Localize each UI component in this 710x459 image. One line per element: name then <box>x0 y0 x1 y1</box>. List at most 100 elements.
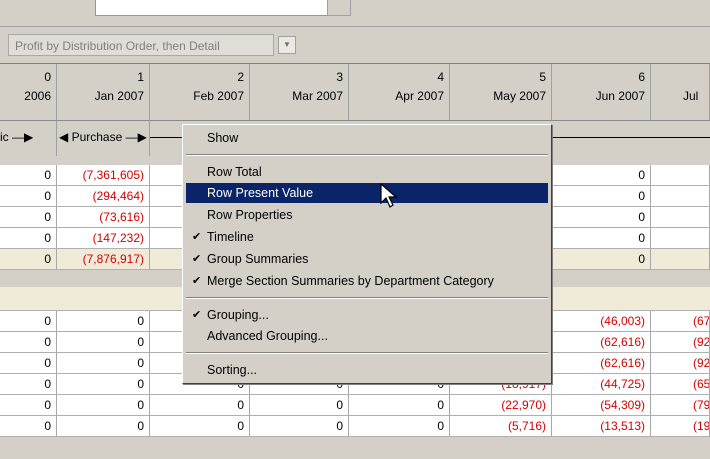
column-header[interactable]: Jul <box>651 64 710 120</box>
table-cell[interactable]: 0 <box>0 165 57 186</box>
column-period-date: Jul <box>683 89 699 103</box>
sort-combo[interactable]: Profit by Distribution Order, then Detai… <box>8 34 274 56</box>
column-header[interactable]: 5 May 2007 <box>450 64 552 120</box>
table-cell[interactable] <box>651 165 710 186</box>
menu-separator <box>186 154 548 156</box>
column-period-date: Feb 2007 <box>193 89 244 103</box>
menu-item-group-summaries[interactable]: ✔ Group Summaries <box>186 249 548 269</box>
table-cell[interactable]: (22,970) <box>450 395 552 416</box>
table-cell[interactable] <box>651 228 710 249</box>
menu-item-label: Row Total <box>207 165 262 179</box>
table-cell[interactable]: 0 <box>552 186 651 207</box>
table-cell[interactable]: 0 <box>552 165 651 186</box>
menu-item-label: Sorting... <box>207 363 258 377</box>
column-header[interactable]: 3 Mar 2007 <box>250 64 349 120</box>
table-cell[interactable]: (7,876,917) <box>57 249 150 270</box>
checkmark-icon: ✔ <box>192 275 202 287</box>
menu-item-sorting[interactable]: Sorting... <box>186 360 548 380</box>
table-row[interactable]: 0 0 0 0 0 (22,970) (54,309) (79 <box>0 395 710 416</box>
table-cell[interactable]: 0 <box>150 416 250 437</box>
table-cell[interactable]: (19 <box>651 416 710 437</box>
table-cell[interactable]: 0 <box>0 311 57 332</box>
timeline-label-0: ic —▶ <box>0 130 34 144</box>
checkmark-icon: ✔ <box>192 231 202 243</box>
table-cell[interactable]: (44,725) <box>552 374 651 395</box>
menu-item-row-total[interactable]: Row Total <box>186 162 548 182</box>
table-cell[interactable]: 0 <box>0 332 57 353</box>
table-cell[interactable]: 0 <box>0 186 57 207</box>
table-cell[interactable]: 0 <box>552 249 651 270</box>
table-cell[interactable]: 0 <box>0 416 57 437</box>
table-cell[interactable]: 0 <box>57 311 150 332</box>
table-cell[interactable]: 0 <box>552 207 651 228</box>
menu-separator <box>186 352 548 354</box>
table-cell[interactable]: 0 <box>349 395 450 416</box>
table-cell[interactable]: (79 <box>651 395 710 416</box>
table-cell[interactable]: (73,616) <box>57 207 150 228</box>
table-cell[interactable]: 0 <box>150 395 250 416</box>
table-cell[interactable]: 0 <box>57 332 150 353</box>
table-cell[interactable]: (92 <box>651 332 710 353</box>
menu-separator <box>186 297 548 299</box>
table-cell[interactable]: (54,309) <box>552 395 651 416</box>
top-input[interactable] <box>95 0 329 16</box>
column-period-number: 5 <box>539 70 546 84</box>
table-cell[interactable]: 0 <box>57 416 150 437</box>
table-cell[interactable]: 0 <box>57 395 150 416</box>
table-cell[interactable]: 0 <box>0 395 57 416</box>
table-cell[interactable]: 0 <box>250 416 349 437</box>
column-header[interactable]: 0 2006 <box>0 64 57 120</box>
top-dropdown-button[interactable] <box>327 0 351 16</box>
table-cell[interactable]: 0 <box>349 416 450 437</box>
table-cell[interactable] <box>651 207 710 228</box>
table-cell[interactable] <box>651 186 710 207</box>
sort-bar: Profit by Distribution Order, then Detai… <box>0 27 710 64</box>
top-toolbar <box>0 0 710 27</box>
menu-item-row-present-value[interactable]: Row Present Value <box>186 183 548 203</box>
timeline-cell: ◀ Purchase —▶ <box>57 120 150 156</box>
table-cell[interactable]: (62,616) <box>552 353 651 374</box>
chevron-down-icon: ▼ <box>283 40 291 49</box>
table-cell[interactable]: (13,513) <box>552 416 651 437</box>
column-header[interactable]: 6 Jun 2007 <box>552 64 651 120</box>
menu-item-label: Grouping... <box>207 308 269 322</box>
menu-item-merge-section-summaries[interactable]: ✔ Merge Section Summaries by Department C… <box>186 271 548 291</box>
column-period-date: May 2007 <box>493 89 546 103</box>
menu-item-show[interactable]: Show <box>186 128 548 148</box>
table-cell[interactable]: (5,716) <box>450 416 552 437</box>
menu-item-row-properties[interactable]: Row Properties <box>186 205 548 225</box>
table-cell[interactable]: (294,464) <box>57 186 150 207</box>
table-cell[interactable]: (65 <box>651 374 710 395</box>
table-cell[interactable]: 0 <box>552 228 651 249</box>
table-cell[interactable]: 0 <box>0 249 57 270</box>
column-header[interactable]: 1 Jan 2007 <box>57 64 150 120</box>
table-cell[interactable]: 0 <box>0 228 57 249</box>
table-row[interactable]: 0 0 0 0 0 (5,716) (13,513) (19 <box>0 416 710 437</box>
table-cell[interactable]: (67 <box>651 311 710 332</box>
table-cell[interactable]: (147,232) <box>57 228 150 249</box>
menu-item-grouping[interactable]: ✔ Grouping... <box>186 305 548 325</box>
sort-dropdown-button[interactable]: ▼ <box>278 36 296 54</box>
menu-item-label: Merge Section Summaries by Department Ca… <box>207 274 494 288</box>
menu-item-timeline[interactable]: ✔ Timeline <box>186 227 548 247</box>
table-cell[interactable]: 0 <box>57 374 150 395</box>
menu-item-advanced-grouping[interactable]: Advanced Grouping... <box>186 326 548 346</box>
table-cell[interactable]: 0 <box>57 353 150 374</box>
column-period-number: 1 <box>137 70 144 84</box>
column-period-date: Jun 2007 <box>595 89 645 103</box>
table-cell[interactable]: 0 <box>0 353 57 374</box>
menu-item-label: Row Present Value <box>207 186 314 200</box>
table-cell[interactable]: (46,003) <box>552 311 651 332</box>
timeline-label-purchase: ◀ Purchase —▶ <box>59 130 147 144</box>
table-cell[interactable]: 0 <box>0 374 57 395</box>
column-header[interactable]: 2 Feb 2007 <box>150 64 250 120</box>
column-period-date: Jan 2007 <box>94 89 144 103</box>
table-cell[interactable]: 0 <box>0 207 57 228</box>
table-cell[interactable]: 0 <box>250 395 349 416</box>
column-header[interactable]: 4 Apr 2007 <box>349 64 450 120</box>
table-cell[interactable]: (62,616) <box>552 332 651 353</box>
timeline-cell: ic —▶ <box>0 120 57 156</box>
table-cell[interactable]: (92 <box>651 353 710 374</box>
table-cell[interactable]: (7,361,605) <box>57 165 150 186</box>
table-cell[interactable] <box>651 249 710 270</box>
